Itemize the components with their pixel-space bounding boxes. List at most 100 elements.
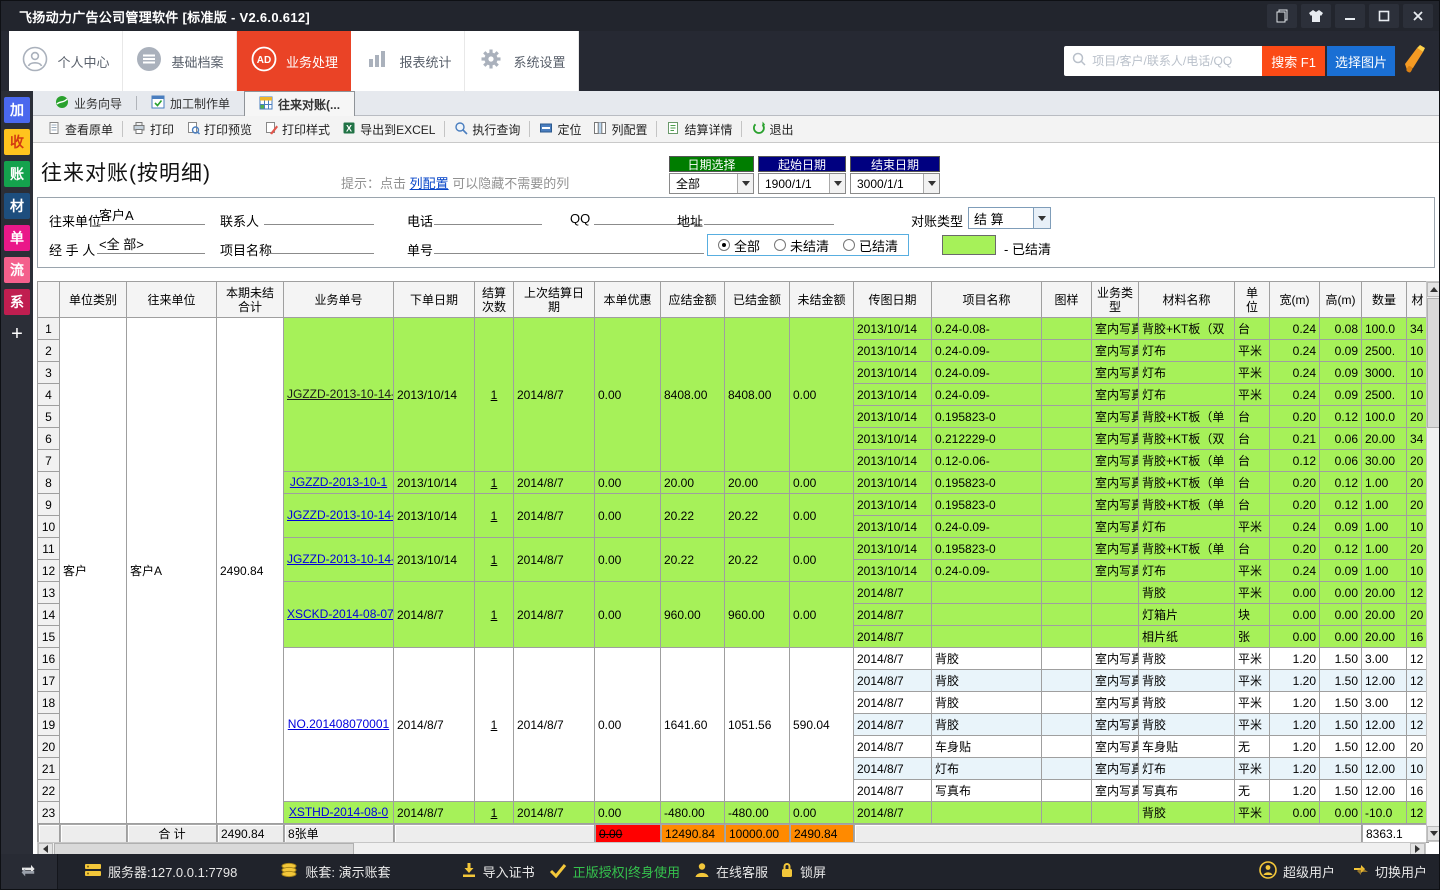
table-cell[interactable] — [1042, 780, 1092, 802]
row-number[interactable]: 5 — [38, 406, 60, 428]
column-header[interactable]: 已结金额 — [725, 282, 790, 318]
table-cell[interactable]: 背胶 — [1139, 670, 1235, 692]
table-cell[interactable]: 无 — [1235, 780, 1270, 802]
table-cell[interactable]: 0.24-0.08- — [932, 318, 1042, 340]
table-cell[interactable]: 2014/8/7 — [854, 714, 932, 736]
table-cell[interactable] — [1092, 626, 1139, 648]
table-cell[interactable]: 20.00 — [1362, 604, 1407, 626]
table-cell[interactable]: 无 — [1235, 736, 1270, 758]
settled-amount-cell[interactable]: 20.22 — [725, 494, 790, 538]
table-cell[interactable]: 室内写真 — [1092, 538, 1139, 560]
settle-times-link[interactable]: 1 — [491, 509, 498, 523]
table-cell[interactable]: 1.20 — [1270, 736, 1320, 758]
order-no-cell[interactable]: JGZZD-2013-10-14-009 — [284, 538, 394, 582]
table-cell[interactable]: 1.20 — [1270, 670, 1320, 692]
column-header[interactable]: 高(m) — [1320, 282, 1362, 318]
table-cell[interactable]: 1.00 — [1362, 472, 1407, 494]
table-cell[interactable] — [1042, 626, 1092, 648]
settled-amount-cell[interactable]: 8408.00 — [725, 318, 790, 472]
table-cell[interactable]: 室内写真 — [1092, 736, 1139, 758]
order-no-field[interactable] — [434, 234, 704, 254]
table-cell[interactable] — [1042, 648, 1092, 670]
table-cell[interactable]: 写真布 — [1139, 780, 1235, 802]
table-cell[interactable]: 3.00 — [1362, 692, 1407, 714]
row-number[interactable]: 20 — [38, 736, 60, 758]
table-cell[interactable]: 0.00 — [1320, 582, 1362, 604]
table-cell[interactable]: 12.00 — [1362, 736, 1407, 758]
order-date-cell[interactable]: 2013/10/14 — [394, 472, 475, 494]
table-row[interactable]: 1客户客户A2490.84JGZZD-2013-10-14-0042013/10… — [38, 318, 1429, 340]
chevron-down-icon[interactable] — [829, 174, 845, 193]
settle-times-link[interactable]: 1 — [491, 476, 498, 490]
discount-cell[interactable]: 0.00 — [595, 648, 661, 802]
unsettled-amount-cell[interactable]: 0.00 — [790, 494, 854, 538]
row-number[interactable]: 19 — [38, 714, 60, 736]
switch-user-button[interactable]: 切换用户 — [1353, 862, 1427, 881]
table-cell[interactable]: 室内写真 — [1092, 560, 1139, 582]
table-cell[interactable]: 12.00 — [1362, 670, 1407, 692]
table-cell[interactable]: 室内写真 — [1092, 428, 1139, 450]
sidebar-item-add[interactable]: 加 — [4, 97, 30, 123]
table-cell[interactable]: 20.00 — [1362, 626, 1407, 648]
nav-item-archives[interactable]: 基础档案 — [123, 31, 237, 91]
settle-times-cell[interactable]: 1 — [475, 648, 514, 802]
order-date-cell[interactable]: 2014/8/7 — [394, 582, 475, 648]
last-settle-date-cell[interactable]: 2014/8/7 — [514, 494, 595, 538]
period-unsettled-cell[interactable]: 2490.84 — [217, 318, 284, 824]
table-cell[interactable]: 灯布 — [1139, 384, 1235, 406]
table-cell[interactable]: 室内写真 — [1092, 714, 1139, 736]
table-cell[interactable]: 0.09 — [1320, 560, 1362, 582]
table-cell[interactable]: 灯布 — [1139, 560, 1235, 582]
handler-field[interactable] — [97, 234, 205, 254]
column-header[interactable]: 业务类型 — [1092, 282, 1139, 318]
table-cell[interactable]: 室内写真 — [1092, 648, 1139, 670]
table-cell[interactable]: 室内写真 — [1092, 318, 1139, 340]
table-cell[interactable]: 室内写真 — [1092, 384, 1139, 406]
table-cell[interactable]: 背胶 — [1139, 648, 1235, 670]
table-cell[interactable]: 室内写真 — [1092, 406, 1139, 428]
discount-cell[interactable]: 0.00 — [595, 318, 661, 472]
row-number[interactable]: 23 — [38, 802, 60, 824]
table-cell[interactable]: 0.00 — [1320, 626, 1362, 648]
settle-times-link[interactable]: 1 — [491, 806, 498, 820]
radio-all[interactable]: 全部 — [718, 236, 760, 255]
phone-field[interactable] — [434, 205, 542, 225]
table-cell[interactable] — [1042, 758, 1092, 780]
table-cell[interactable] — [1042, 692, 1092, 714]
last-settle-date-cell[interactable]: 2014/8/7 — [514, 802, 595, 824]
table-cell[interactable]: 2014/8/7 — [854, 648, 932, 670]
table-cell[interactable]: 1.50 — [1320, 758, 1362, 780]
table-cell[interactable]: 2013/10/14 — [854, 384, 932, 406]
table-cell[interactable] — [1042, 516, 1092, 538]
table-cell[interactable]: 背胶 — [1139, 692, 1235, 714]
table-cell[interactable]: 室内写真 — [1092, 692, 1139, 714]
table-cell[interactable]: 2014/8/7 — [854, 758, 932, 780]
row-number[interactable]: 6 — [38, 428, 60, 450]
column-header[interactable]: 未结金额 — [790, 282, 854, 318]
row-number[interactable]: 15 — [38, 626, 60, 648]
table-cell[interactable]: 0.195823-0 — [932, 538, 1042, 560]
table-cell[interactable]: 背胶+KT板（单 — [1139, 494, 1235, 516]
table-cell[interactable]: 12.00 — [1362, 780, 1407, 802]
table-cell[interactable]: 室内写真 — [1092, 780, 1139, 802]
table-cell[interactable]: 平米 — [1235, 692, 1270, 714]
megaphone-icon[interactable] — [1401, 44, 1431, 79]
table-cell[interactable]: 室内写真 — [1092, 450, 1139, 472]
close-icon[interactable] — [1403, 4, 1433, 28]
table-cell[interactable]: 0.06 — [1320, 428, 1362, 450]
table-cell[interactable]: 0.00 — [1270, 802, 1320, 824]
search-input[interactable] — [1092, 54, 1258, 68]
table-cell[interactable]: 0.20 — [1270, 538, 1320, 560]
column-config-link[interactable]: 列配置 — [410, 176, 449, 191]
row-number[interactable]: 21 — [38, 758, 60, 780]
table-cell[interactable]: 100.0 — [1362, 318, 1407, 340]
order-link[interactable]: XSCKD-2014-08-07-001 — [287, 607, 394, 621]
table-cell[interactable]: 平米 — [1235, 648, 1270, 670]
table-cell[interactable]: 0.24-0.09- — [932, 384, 1042, 406]
row-number[interactable]: 11 — [38, 538, 60, 560]
print-preview-button[interactable]: 打印预览 — [180, 118, 258, 141]
table-cell[interactable]: 平米 — [1235, 516, 1270, 538]
table-cell[interactable]: 0.24 — [1270, 516, 1320, 538]
last-settle-date-cell[interactable]: 2014/8/7 — [514, 648, 595, 802]
column-header[interactable] — [38, 282, 60, 318]
